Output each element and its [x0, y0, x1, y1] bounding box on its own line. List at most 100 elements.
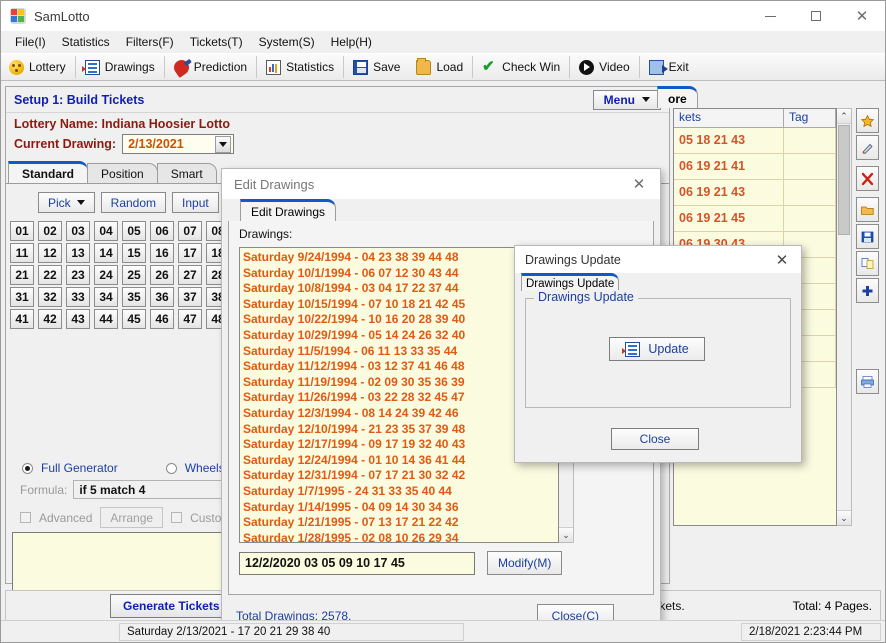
copy-page-icon[interactable]	[856, 251, 879, 276]
list-item[interactable]: Saturday 10/29/1994 - 05 14 24 26 32 40	[243, 328, 558, 344]
number-cell-16[interactable]: 16	[150, 243, 174, 263]
number-cell-31[interactable]: 31	[10, 287, 34, 307]
pen-edit-icon[interactable]	[856, 135, 879, 160]
list-item[interactable]: Saturday 11/26/1994 - 03 22 28 32 45 47	[243, 390, 558, 406]
tab-edit-drawings[interactable]: Edit Drawings	[240, 199, 337, 221]
print-icon[interactable]	[856, 369, 879, 394]
menu-item-file[interactable]: File(I)	[7, 33, 54, 51]
number-cell-14[interactable]: 14	[94, 243, 118, 263]
arrange-button[interactable]: Arrange	[100, 507, 164, 528]
list-item[interactable]: Saturday 10/1/1994 - 06 07 12 30 43 44	[243, 266, 558, 282]
number-cell-13[interactable]: 13	[66, 243, 90, 263]
tickets-scrollbar[interactable]: ⌃ ⌄	[837, 108, 852, 526]
list-item[interactable]: Saturday 10/22/1994 - 10 16 20 28 39 40	[243, 312, 558, 328]
tab-position[interactable]: Position	[87, 163, 158, 183]
pick-dropdown-button[interactable]: Pick	[38, 192, 95, 213]
number-cell-44[interactable]: 44	[94, 309, 118, 329]
chevron-down-icon[interactable]	[215, 135, 232, 153]
number-cell-42[interactable]: 42	[38, 309, 62, 329]
list-item[interactable]: Saturday 1/7/1995 - 24 31 33 35 40 44	[243, 484, 558, 500]
list-item[interactable]: Saturday 11/19/1994 - 02 09 30 35 36 39	[243, 375, 558, 391]
number-cell-23[interactable]: 23	[66, 265, 90, 285]
menu-item-tickets[interactable]: Tickets(T)	[182, 33, 251, 51]
wheels-generator-radio[interactable]	[165, 462, 177, 474]
input-button[interactable]: Input	[172, 192, 219, 213]
scroll-down-button[interactable]: ⌄	[837, 510, 851, 525]
number-cell-07[interactable]: 07	[178, 221, 202, 241]
number-cell-06[interactable]: 06	[150, 221, 174, 241]
drawings-update-close-button[interactable]: Close	[611, 428, 699, 450]
list-item[interactable]: Saturday 1/21/1995 - 07 13 17 21 22 42	[243, 515, 558, 531]
number-cell-43[interactable]: 43	[66, 309, 90, 329]
number-cell-22[interactable]: 22	[38, 265, 62, 285]
save-floppy-icon[interactable]	[856, 224, 879, 249]
modify-button[interactable]: Modify(M)	[487, 551, 563, 575]
scrollbar-thumb[interactable]	[838, 125, 850, 235]
delete-x-icon[interactable]	[856, 166, 879, 191]
toolbar-prediction[interactable]: Prediction	[166, 54, 255, 80]
drawing-edit-input[interactable]: 12/2/2020 03 05 09 10 17 45	[239, 551, 475, 575]
number-cell-24[interactable]: 24	[94, 265, 118, 285]
menu-dropdown-button[interactable]: Menu	[592, 89, 661, 110]
number-cell-21[interactable]: 21	[10, 265, 34, 285]
number-cell-36[interactable]: 36	[150, 287, 174, 307]
table-row[interactable]: 06 19 21 43	[674, 180, 836, 206]
number-cell-34[interactable]: 34	[94, 287, 118, 307]
list-item[interactable]: Saturday 12/10/1994 - 21 23 35 37 39 48	[243, 422, 558, 438]
number-cell-02[interactable]: 02	[38, 221, 62, 241]
list-item[interactable]: Saturday 1/14/1995 - 04 09 14 30 34 36	[243, 500, 558, 516]
star-tag-icon[interactable]	[856, 108, 879, 133]
minimize-button[interactable]	[747, 1, 793, 31]
maximize-button[interactable]	[793, 1, 839, 31]
add-plus-icon[interactable]	[856, 278, 879, 303]
tab-drawings-update[interactable]: Drawings Update	[521, 273, 620, 291]
number-cell-41[interactable]: 41	[10, 309, 34, 329]
table-row[interactable]: 06 19 21 45	[674, 206, 836, 232]
menu-item-statistics[interactable]: Statistics	[54, 33, 118, 51]
random-button[interactable]: Random	[100, 192, 167, 213]
menu-item-system[interactable]: System(S)	[251, 33, 323, 51]
tab-smart[interactable]: Smart	[156, 163, 217, 183]
list-item[interactable]: Saturday 12/3/1994 - 08 14 24 39 42 46	[243, 406, 558, 422]
toolbar-check-win[interactable]: ✔ Check Win	[474, 54, 568, 80]
menu-item-filters[interactable]: Filters(F)	[118, 33, 182, 51]
tab-standard[interactable]: Standard	[8, 161, 89, 183]
number-cell-04[interactable]: 04	[94, 221, 118, 241]
number-cell-05[interactable]: 05	[122, 221, 146, 241]
number-cell-25[interactable]: 25	[122, 265, 146, 285]
number-cell-47[interactable]: 47	[178, 309, 202, 329]
list-item[interactable]: Saturday 10/15/1994 - 07 10 18 21 42 45	[243, 297, 558, 313]
custom-wheel-checkbox[interactable]	[171, 512, 183, 523]
list-item[interactable]: Saturday 9/24/1994 - 04 23 38 39 44 48	[243, 250, 558, 266]
number-cell-26[interactable]: 26	[150, 265, 174, 285]
toolbar-video[interactable]: Video	[571, 54, 637, 80]
toolbar-save[interactable]: Save	[345, 54, 408, 80]
current-drawing-select[interactable]: 2/13/2021	[122, 134, 235, 154]
number-cell-33[interactable]: 33	[66, 287, 90, 307]
toolbar-drawings[interactable]: Drawings	[77, 54, 163, 80]
number-cell-37[interactable]: 37	[178, 287, 202, 307]
toolbar-statistics[interactable]: Statistics	[258, 54, 342, 80]
list-item[interactable]: Saturday 11/12/1994 - 03 12 37 41 46 48	[243, 359, 558, 375]
number-cell-03[interactable]: 03	[66, 221, 90, 241]
number-cell-45[interactable]: 45	[122, 309, 146, 329]
toolbar-lottery[interactable]: Lottery	[1, 54, 74, 80]
list-item[interactable]: Saturday 10/8/1994 - 03 04 17 22 37 44	[243, 281, 558, 297]
number-cell-46[interactable]: 46	[150, 309, 174, 329]
list-item[interactable]: Saturday 12/17/1994 - 09 17 19 32 40 43	[243, 437, 558, 453]
list-item[interactable]: Saturday 1/28/1995 - 02 08 10 26 29 34	[243, 531, 558, 542]
tab-score[interactable]: ore	[657, 86, 698, 108]
number-cell-27[interactable]: 27	[178, 265, 202, 285]
update-button[interactable]: Update	[609, 337, 705, 361]
drawings-listbox[interactable]: Saturday 9/24/1994 - 04 23 38 39 44 48 Sa…	[239, 247, 559, 543]
number-cell-01[interactable]: 01	[10, 221, 34, 241]
number-cell-15[interactable]: 15	[122, 243, 146, 263]
open-folder-icon[interactable]	[856, 197, 879, 222]
close-button[interactable]: ✕	[839, 1, 885, 31]
number-cell-12[interactable]: 12	[38, 243, 62, 263]
toolbar-exit[interactable]: Exit	[641, 54, 697, 80]
number-cell-35[interactable]: 35	[122, 287, 146, 307]
scroll-up-button[interactable]: ⌃	[837, 109, 851, 124]
number-cell-11[interactable]: 11	[10, 243, 34, 263]
advanced-checkbox[interactable]	[20, 512, 31, 523]
